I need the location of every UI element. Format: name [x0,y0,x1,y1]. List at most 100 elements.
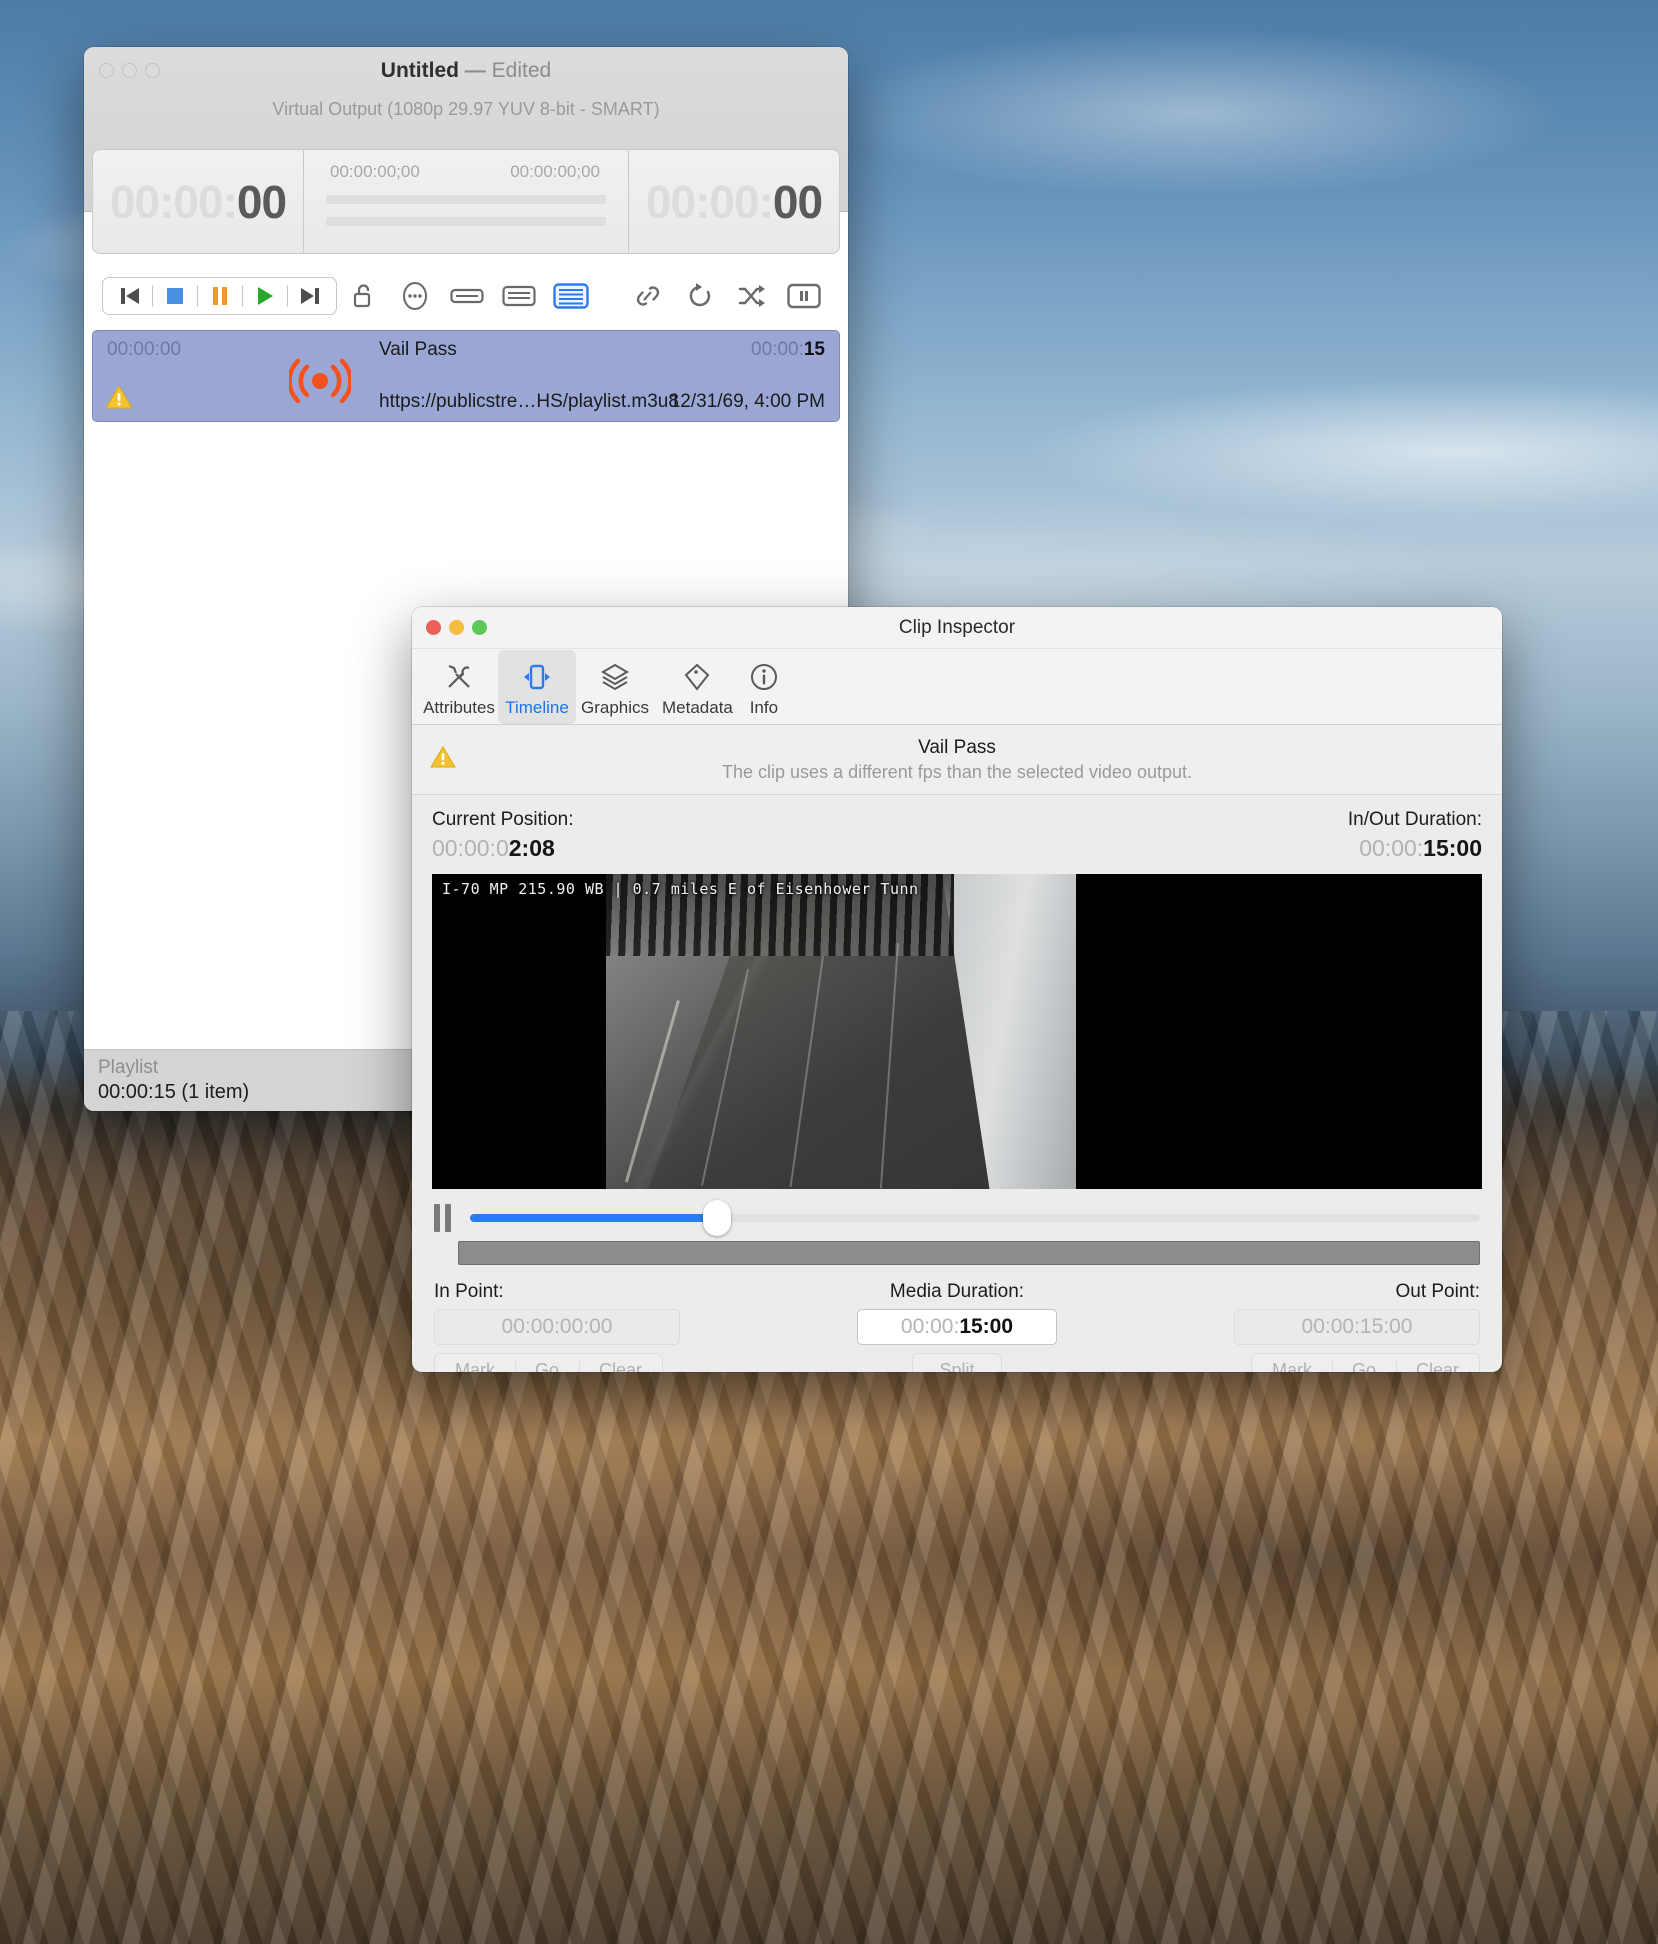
inspector-clip-title: Vail Pass [918,736,996,758]
ellipsis-oval-icon [403,282,427,310]
in-clear-button[interactable]: Clear [579,1354,662,1372]
playlist-clip-row[interactable]: 00:00:00 Vail Pass 00:00:15 https://publ… [92,330,840,422]
playback-slider-thumb[interactable] [703,1200,732,1236]
tab-metadata-label: Metadata [662,698,733,717]
live-stream-icon [287,357,353,410]
clip-name: Vail Pass [379,339,457,360]
in-point-button-group: Mark Go Clear [434,1353,664,1373]
shuffle-button[interactable] [726,276,778,316]
timecode-right-dim: 00:00: [645,175,774,228]
progress-track-secondary[interactable] [326,217,606,226]
in-point-field[interactable]: 00:00:00:00 [434,1309,680,1345]
play-button[interactable] [242,278,287,314]
playback-slider-row [412,1189,1502,1237]
play-icon [257,287,273,305]
in-point-label: In Point: [434,1281,504,1302]
media-duration-field[interactable]: 00:00: 15:00 [856,1309,1057,1345]
inout-duration-label: In/Out Duration: [1347,809,1482,830]
more-options-button[interactable] [389,276,441,316]
inspector-warning-banner: Vail Pass The clip uses a different fps … [412,725,1502,795]
transport-toolbar [84,269,848,323]
inspector-titlebar[interactable]: Clip Inspector [412,607,1502,649]
timecode-scrubbers[interactable]: 00:00:00;00 00:00:00;00 [303,150,629,253]
tab-timeline-label: Timeline [505,698,569,717]
media-duration-label: Media Duration: [889,1281,1025,1302]
current-position-block: Current Position: 00:00:02:08 [432,809,574,862]
tab-metadata[interactable]: Metadata [654,650,741,724]
inout-button-row: Mark Go Clear Split Mark Go Clear [412,1345,1502,1372]
minimize-button[interactable] [122,63,137,78]
timecode-left[interactable]: 00:00: 00 [93,150,303,253]
layers-icon [600,656,630,698]
split-button[interactable]: Split [912,1353,1002,1372]
out-go-button[interactable]: Go [1331,1354,1396,1372]
clip-duration-dim: 00:00: [751,339,804,360]
current-position-dim: 00:00:0 [432,835,509,861]
pause-button[interactable] [434,1204,460,1232]
info-icon [749,656,779,698]
progress-track-primary[interactable] [326,195,606,204]
clip-duration-lit: 15 [803,339,825,360]
view-compact-button[interactable] [441,276,493,316]
current-position-value: 00:00:02:08 [432,835,574,862]
pause-at-end-button[interactable] [778,276,830,316]
link-button[interactable] [622,276,674,316]
tab-graphics[interactable]: Graphics [576,650,654,724]
zoom-button[interactable] [472,620,487,635]
broadcast-icon [287,358,353,404]
player-titlebar[interactable]: Untitled — Edited Virtual Output (1080p … [84,47,848,422]
loop-icon [689,283,711,307]
out-point-button-group: Mark Go Clear [1250,1353,1480,1373]
shuffle-icon [738,285,765,307]
clip-url: https://publicstre…HS/playlist.m3u8 [379,391,679,412]
inout-duration-block: In/Out Duration: 00:00:15:00 [1348,809,1482,862]
tab-graphics-label: Graphics [580,698,650,717]
track-label-left: 00:00:00;00 [330,162,420,181]
close-button[interactable] [99,63,114,78]
media-duration-dim: 00:00: [900,1315,960,1338]
transport-button-group [102,277,337,315]
minimize-button[interactable] [449,620,464,635]
in-mark-button[interactable]: Mark [435,1354,515,1373]
inspector-window-controls[interactable] [426,620,487,635]
tab-attributes[interactable]: Attributes [420,650,498,724]
clip-warning-icon [105,384,133,415]
clip-range-scrubber[interactable] [458,1241,1480,1265]
in-go-button[interactable]: Go [515,1354,579,1372]
player-title: Untitled — Edited [84,47,848,83]
video-preview[interactable]: I-70 MP 215.90 WB | 0.7 miles E of Eisen… [432,874,1482,1189]
clip-inspector-window: Clip Inspector Attributes Timeline Graph… [412,607,1502,1372]
playback-slider[interactable] [470,1200,1480,1236]
out-clear-button[interactable]: Clear [1395,1354,1479,1372]
timecode-right[interactable]: 00:00: 00 [629,150,839,253]
player-window-controls[interactable] [99,63,160,78]
inout-duration-value: 00:00:15:00 [1348,835,1482,862]
timecode-left-lit: 00 [236,175,287,228]
out-point-field[interactable]: 00:00:15:00 [1233,1309,1480,1345]
view-list-button[interactable] [545,276,597,316]
unlock-button[interactable] [337,276,389,316]
loop-button[interactable] [674,276,726,316]
zoom-button[interactable] [145,63,160,78]
playback-slider-fill [470,1214,718,1222]
stop-icon [166,288,183,304]
inout-duration-dim: 00:00: [1359,835,1424,861]
view-medium-button[interactable] [493,276,545,316]
tab-info[interactable]: Info [741,650,787,724]
current-position-lit: 2:08 [508,835,555,861]
clip-start-timecode: 00:00:00 [107,339,181,360]
out-mark-button[interactable]: Mark [1252,1354,1332,1373]
pause-bar-right [445,1204,451,1232]
view-medium-icon [502,285,536,307]
track-label-right: 00:00:00;00 [510,162,600,181]
clip-date: 12/31/69, 4:00 PM [669,391,825,412]
tab-timeline[interactable]: Timeline [498,650,576,724]
previous-button[interactable] [107,278,152,314]
stop-button[interactable] [152,278,197,314]
warning-triangle-icon [430,746,456,768]
pause-box-icon [787,283,821,309]
pause-button[interactable] [197,278,242,314]
close-button[interactable] [426,620,441,635]
document-title: Untitled [380,59,459,82]
next-button[interactable] [287,278,332,314]
